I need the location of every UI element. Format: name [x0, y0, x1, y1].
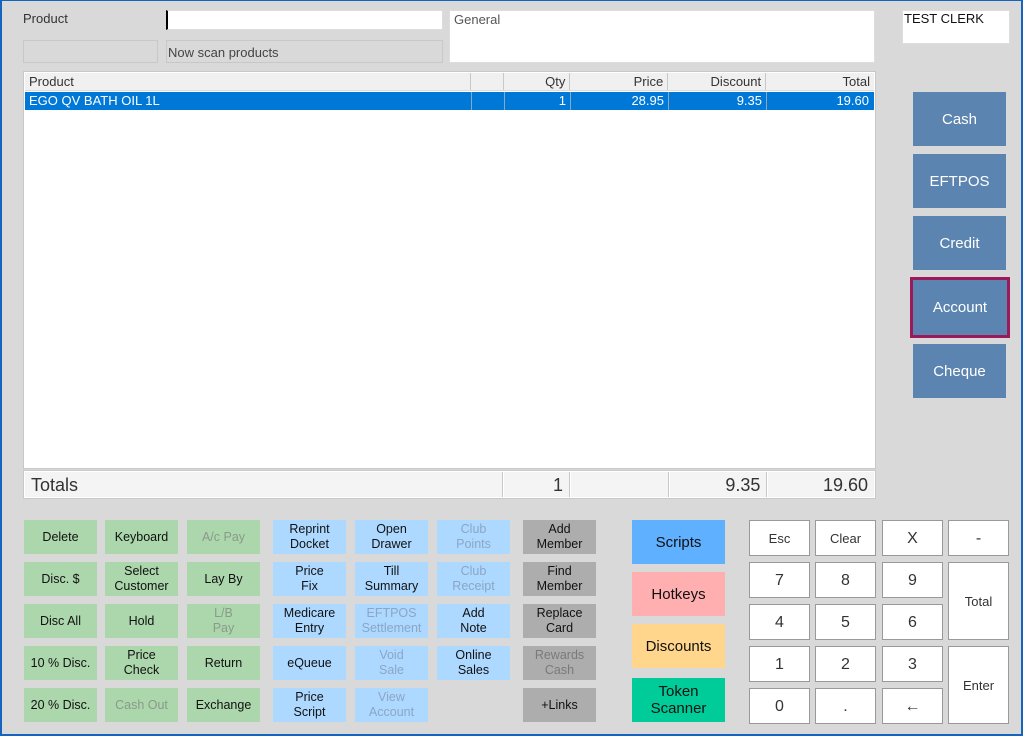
select-customer-button[interactable]: Select Customer [105, 562, 178, 596]
keypad-5-button[interactable]: 5 [815, 604, 876, 640]
keypad-enter-button[interactable]: Enter [948, 646, 1009, 724]
club-receipt-button[interactable]: Club Receipt [437, 562, 510, 596]
keypad-8-button[interactable]: 8 [815, 562, 876, 598]
keypad-6-button[interactable]: 6 [882, 604, 943, 640]
column-blank[interactable] [471, 73, 505, 90]
column-total[interactable]: Total [766, 73, 874, 90]
a-c-pay-button[interactable]: A/c Pay [187, 520, 260, 554]
eftpos-button[interactable]: EFTPOS [913, 154, 1006, 208]
keypad-esc-button[interactable]: Esc [749, 520, 810, 556]
keypad-backspace-button[interactable]: ← [882, 688, 943, 724]
totals-discount: 9.35 [669, 472, 768, 497]
keypad-1-button[interactable]: 1 [749, 646, 810, 682]
cash-button[interactable]: Cash [913, 92, 1006, 146]
product-label: Product [23, 11, 68, 26]
totals-qty: 1 [504, 472, 571, 497]
cell-product: EGO QV BATH OIL 1L [25, 92, 472, 110]
medicare-entry-button[interactable]: Medicare Entry [273, 604, 346, 638]
keypad-3-button[interactable]: 3 [882, 646, 943, 682]
reprint-docket-button[interactable]: Reprint Docket [273, 520, 346, 554]
add-member-button[interactable]: Add Member [523, 520, 596, 554]
keypad-decimal-button[interactable]: . [815, 688, 876, 724]
lay-by-button[interactable]: Lay By [187, 562, 260, 596]
scripts-button[interactable]: Scripts [632, 520, 725, 564]
table-row[interactable]: EGO QV BATH OIL 1L 1 28.95 9.35 19.60 [25, 92, 874, 110]
replace-card-button[interactable]: Replace Card [523, 604, 596, 638]
product-input[interactable] [166, 10, 443, 30]
totals-total: 19.60 [768, 472, 874, 497]
cash-out-button[interactable]: Cash Out [105, 688, 178, 722]
void-sale-button[interactable]: Void Sale [355, 646, 428, 680]
totals-label: Totals [25, 472, 504, 497]
till-summary-button[interactable]: Till Summary [355, 562, 428, 596]
totals-row: Totals 1 9.35 19.60 [23, 470, 876, 499]
delete-button[interactable]: Delete [24, 520, 97, 554]
sale-items-grid[interactable]: Product Qty Price Discount Total EGO QV … [23, 71, 876, 469]
totals-price [571, 472, 669, 497]
blank-status-box [23, 40, 158, 63]
hold-button[interactable]: Hold [105, 604, 178, 638]
price-script-button[interactable]: Price Script [273, 688, 346, 722]
column-price[interactable]: Price [570, 73, 669, 90]
price-fix-button[interactable]: Price Fix [273, 562, 346, 596]
discounts-button[interactable]: Discounts [632, 624, 725, 668]
cell-blank [472, 92, 505, 110]
keypad-multiply-button[interactable]: X [882, 520, 943, 556]
l-b-pay-button[interactable]: L/B Pay [187, 604, 260, 638]
eftpos-settlement-button[interactable]: EFTPOS Settlement [355, 604, 428, 638]
price-check-button[interactable]: Price Check [105, 646, 178, 680]
keypad-2-button[interactable]: 2 [815, 646, 876, 682]
add-note-button[interactable]: Add Note [437, 604, 510, 638]
customer-note: General [449, 10, 875, 63]
keyboard-button[interactable]: Keyboard [105, 520, 178, 554]
cell-price: 28.95 [571, 92, 669, 110]
find-member-button[interactable]: Find Member [523, 562, 596, 596]
rewards-cash-button[interactable]: Rewards Cash [523, 646, 596, 680]
keypad-9-button[interactable]: 9 [882, 562, 943, 598]
clerk-name: TEST CLERK [902, 10, 1010, 44]
links-button[interactable]: +Links [523, 688, 596, 722]
cell-total: 19.60 [836, 93, 869, 108]
view-account-button[interactable]: View Account [355, 688, 428, 722]
keypad-minus-button[interactable]: - [948, 520, 1009, 556]
grid-header: Product Qty Price Discount Total [25, 73, 874, 91]
equeue-button[interactable]: eQueue [273, 646, 346, 680]
cell-qty: 1 [505, 92, 571, 110]
cheque-button[interactable]: Cheque [913, 344, 1006, 398]
cell-discount: 9.35 [669, 92, 767, 110]
keypad-0-button[interactable]: 0 [749, 688, 810, 724]
20-disc-button[interactable]: 20 % Disc. [24, 688, 97, 722]
column-discount[interactable]: Discount [668, 73, 767, 90]
account-button[interactable]: Account [910, 277, 1010, 338]
token-scanner-button[interactable]: Token Scanner [632, 678, 725, 722]
keypad-4-button[interactable]: 4 [749, 604, 810, 640]
return-button[interactable]: Return [187, 646, 260, 680]
online-sales-button[interactable]: Online Sales [437, 646, 510, 680]
club-points-button[interactable]: Club Points [437, 520, 510, 554]
open-drawer-button[interactable]: Open Drawer [355, 520, 428, 554]
disc-button[interactable]: Disc. $ [24, 562, 97, 596]
status-message: Now scan products [166, 40, 443, 63]
disc-all-button[interactable]: Disc All [24, 604, 97, 638]
column-product[interactable]: Product [25, 73, 472, 90]
exchange-button[interactable]: Exchange [187, 688, 260, 722]
hotkeys-button[interactable]: Hotkeys [632, 572, 725, 616]
credit-button[interactable]: Credit [913, 216, 1006, 270]
keypad-clear-button[interactable]: Clear [815, 520, 876, 556]
10-disc-button[interactable]: 10 % Disc. [24, 646, 97, 680]
column-qty[interactable]: Qty [504, 73, 571, 90]
keypad-total-button[interactable]: Total [948, 562, 1009, 640]
keypad-7-button[interactable]: 7 [749, 562, 810, 598]
